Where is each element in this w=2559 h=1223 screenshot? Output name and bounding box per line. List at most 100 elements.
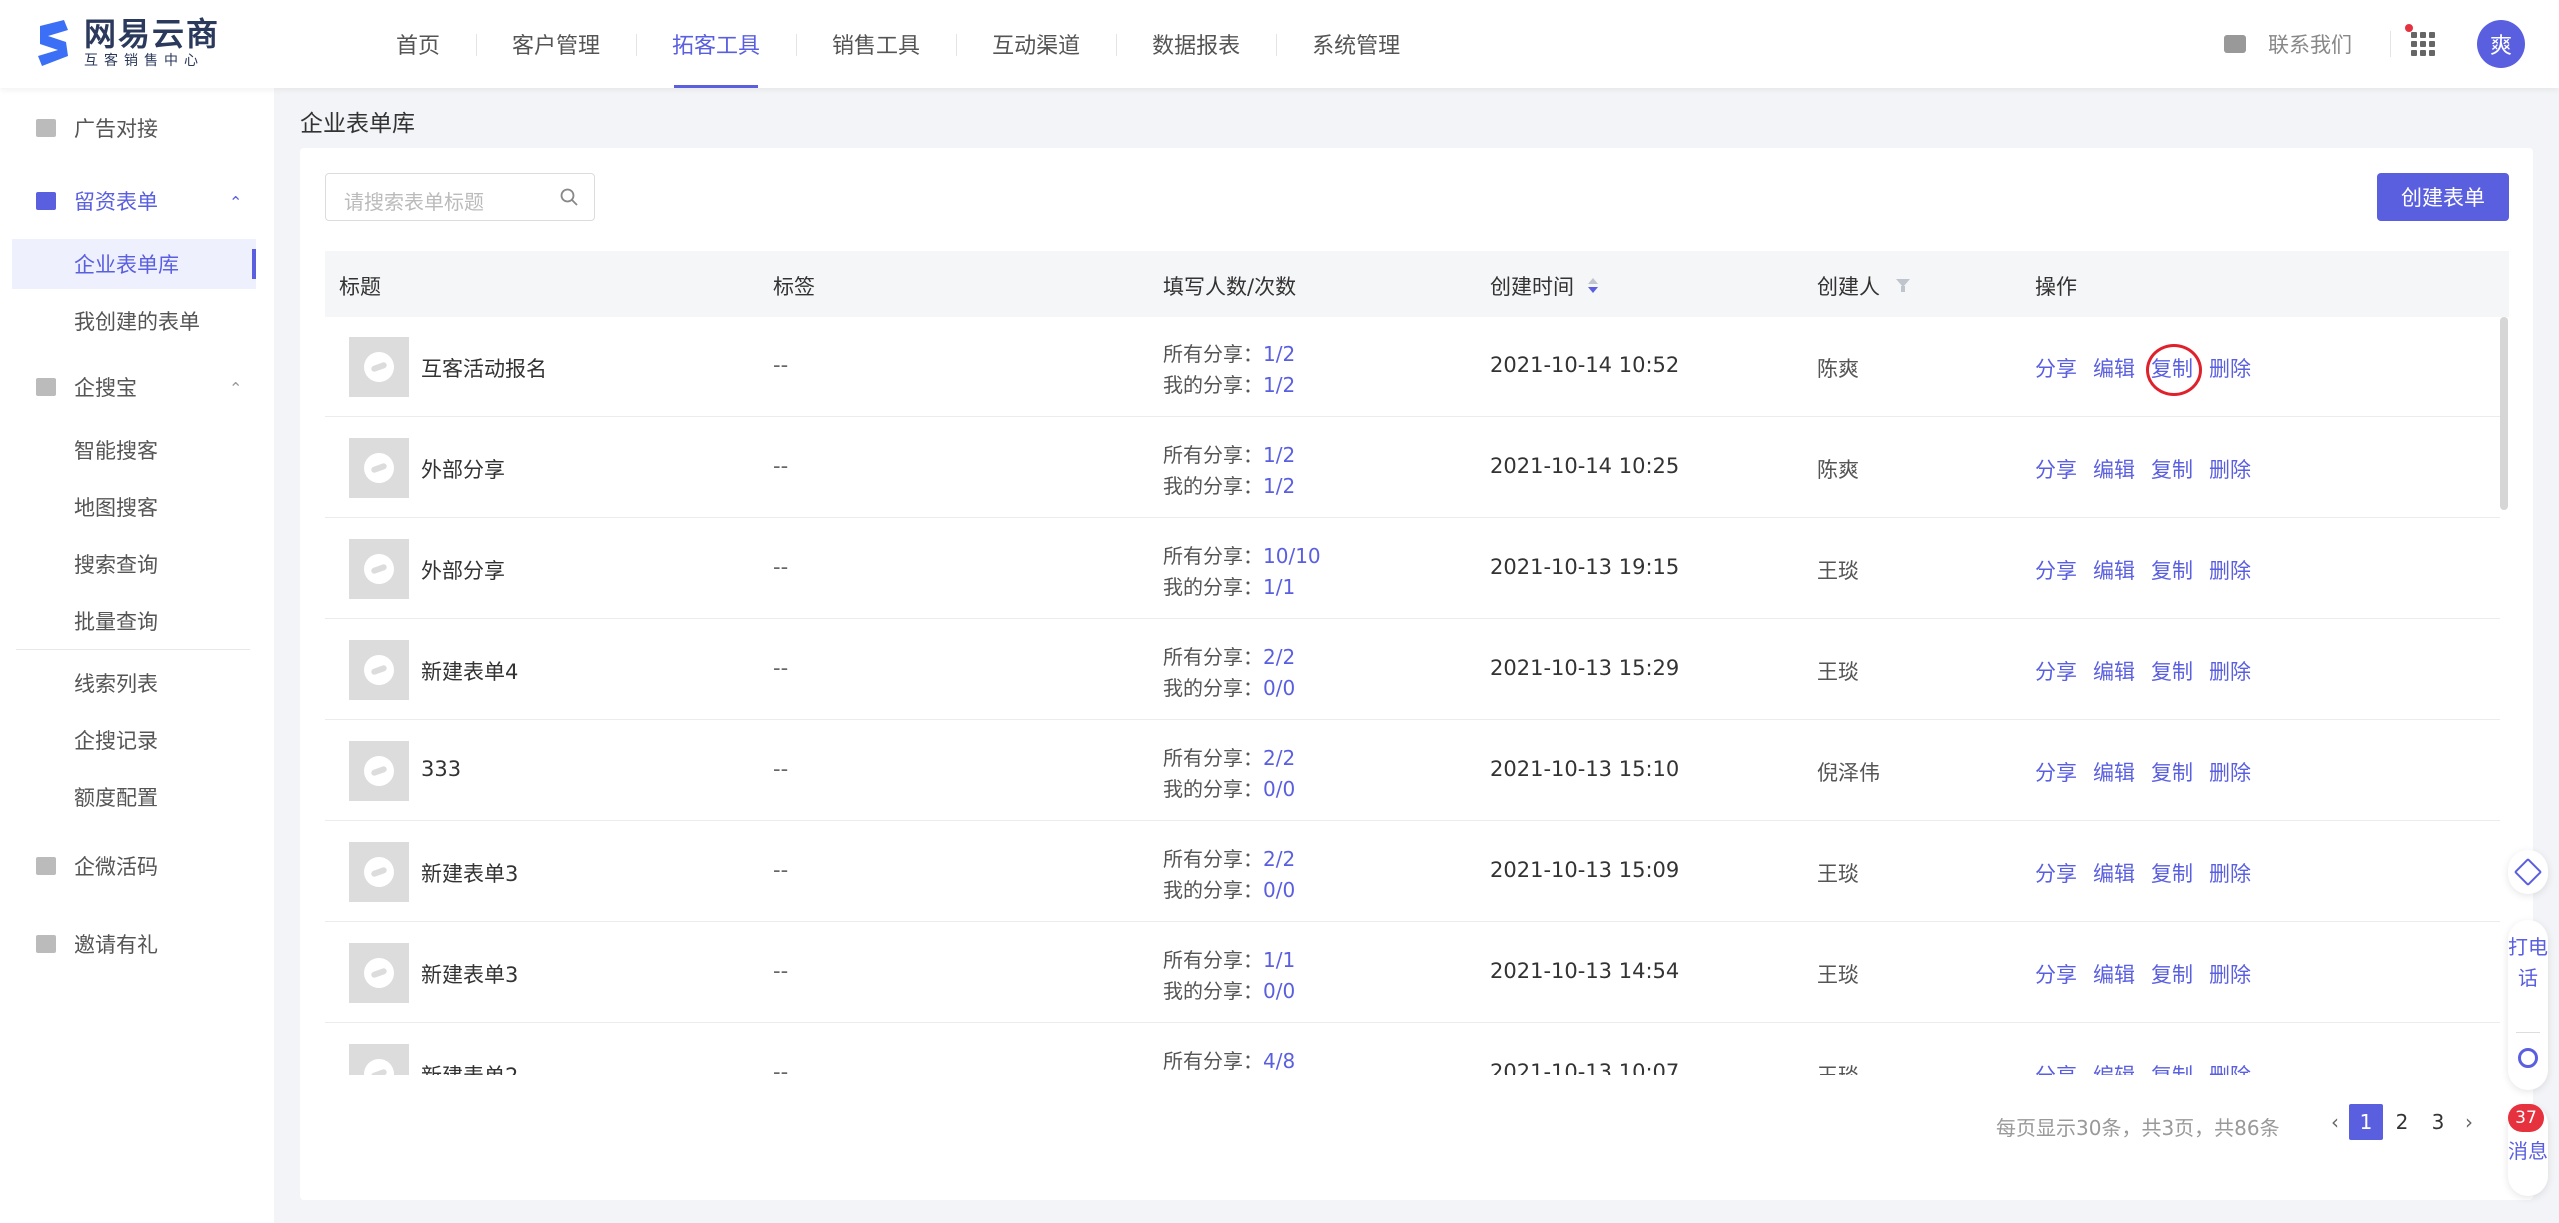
share-button[interactable]: 分享 [2035,656,2077,686]
pagination: ‹ 1 2 3 › [2322,1104,2482,1140]
sidebar-item-ad[interactable]: 广告对接 [0,103,260,153]
delete-button[interactable]: 删除 [2209,757,2251,787]
delete-button[interactable]: 删除 [2209,353,2251,383]
brand-logo[interactable]: 网易云商 互客销售中心 [34,16,220,70]
user-avatar[interactable]: 爽 [2477,20,2525,68]
delete-button[interactable]: 删除 [2209,454,2251,484]
delete-button[interactable]: 删除 [2209,656,2251,686]
all-share-value[interactable]: 1/1 [1263,948,1295,972]
create-form-button[interactable]: 创建表单 [2377,173,2509,221]
form-title[interactable]: 外部分享 [421,555,505,585]
gear-icon[interactable] [2518,1048,2538,1068]
form-title[interactable]: 新建表单3 [421,858,518,888]
form-tag: -- [773,353,789,377]
form-title[interactable]: 新建表单3 [421,959,518,989]
filter-icon[interactable] [1896,279,1910,293]
copy-button[interactable]: 复制 [2151,959,2193,989]
copy-button[interactable]: 复制 [2146,344,2202,396]
nav-item[interactable]: 数据报表 [1116,0,1276,88]
share-button[interactable]: 分享 [2035,757,2077,787]
my-share-value[interactable]: 0/0 [1263,979,1295,1003]
sidebar-item-enterprise-forms[interactable]: 企业表单库 [12,239,256,289]
next-page-icon[interactable]: › [2456,1104,2482,1140]
copy-button[interactable]: 复制 [2151,454,2193,484]
delete-button[interactable]: 删除 [2209,959,2251,989]
nav-item[interactable]: 首页 [360,0,476,88]
my-share-value[interactable]: 0/0 [1263,777,1295,801]
copy-button[interactable]: 复制 [2151,555,2193,585]
col-time[interactable]: 创建时间 [1490,271,1598,301]
float-cube-button[interactable] [2508,850,2548,894]
apps-grid-icon[interactable] [2405,24,2435,56]
fill-stats: 所有分享：2/2 我的分享：0/0 [1163,642,1295,704]
table-body[interactable]: 互客活动报名 -- 所有分享：1/2 我的分享：1/2 2021-10-14 10:52… [325,317,2509,1075]
sidebar-item-invite[interactable]: 邀请有礼 [0,919,260,969]
edit-button[interactable]: 编辑 [2093,858,2135,888]
sort-icon[interactable] [1588,278,1598,294]
all-share-value[interactable]: 2/2 [1263,645,1295,669]
created-time: 2021-10-13 14:54 [1490,959,1680,983]
sidebar-item-wechat-code[interactable]: 企微活码 [0,841,260,891]
sidebar-item-quota-config[interactable]: 额度配置 [12,772,256,822]
nav-item[interactable]: 拓客工具 [636,0,796,88]
copy-button[interactable]: 复制 [2151,1060,2193,1075]
sidebar-item-batch-query[interactable]: 批量查询 [12,596,256,646]
form-title[interactable]: 互客活动报名 [421,353,547,383]
nav-item[interactable]: 互动渠道 [956,0,1116,88]
edit-button[interactable]: 编辑 [2093,656,2135,686]
sidebar-item-qisou[interactable]: 企搜宝 ⌄ [0,362,260,412]
edit-button[interactable]: 编辑 [2093,757,2135,787]
my-share-value[interactable]: 1/2 [1263,373,1295,397]
search-input[interactable]: 请搜索表单标题 [325,173,595,221]
all-share-value[interactable]: 4/8 [1263,1049,1295,1073]
edit-button[interactable]: 编辑 [2093,555,2135,585]
vertical-scrollbar[interactable] [2500,317,2508,510]
my-share-value[interactable]: 1/2 [1263,474,1295,498]
edit-button[interactable]: 编辑 [2093,959,2135,989]
share-button[interactable]: 分享 [2035,555,2077,585]
delete-button[interactable]: 删除 [2209,555,2251,585]
page-number[interactable]: 3 [2421,1104,2455,1140]
prev-page-icon[interactable]: ‹ [2322,1104,2348,1140]
copy-button[interactable]: 复制 [2151,858,2193,888]
form-title[interactable]: 333 [421,757,461,781]
page-number[interactable]: 2 [2385,1104,2419,1140]
share-button[interactable]: 分享 [2035,959,2077,989]
all-share-value[interactable]: 10/10 [1263,544,1321,568]
sidebar-item-smart-search[interactable]: 智能搜客 [12,425,256,475]
all-share-value[interactable]: 2/2 [1263,847,1295,871]
sidebar-item-search-query[interactable]: 搜索查询 [12,539,256,589]
delete-button[interactable]: 删除 [2209,1060,2251,1075]
copy-button[interactable]: 复制 [2151,656,2193,686]
all-share-value[interactable]: 1/2 [1263,342,1295,366]
sidebar-item-forms[interactable]: 留资表单 ⌄ [0,176,260,226]
sidebar-item-lead-list[interactable]: 线索列表 [12,658,256,708]
share-button[interactable]: 分享 [2035,454,2077,484]
contact-us-link[interactable]: 联系我们 [2224,29,2352,59]
form-title[interactable]: 新建表单2 [421,1060,518,1075]
my-share-value[interactable]: 0/0 [1263,676,1295,700]
copy-button[interactable]: 复制 [2151,757,2193,787]
all-share-value[interactable]: 2/2 [1263,746,1295,770]
nav-item[interactable]: 销售工具 [796,0,956,88]
my-share-value[interactable]: 1/1 [1263,575,1295,599]
delete-button[interactable]: 删除 [2209,858,2251,888]
edit-button[interactable]: 编辑 [2093,1060,2135,1075]
nav-item[interactable]: 系统管理 [1276,0,1436,88]
sidebar-item-search-records[interactable]: 企搜记录 [12,715,256,765]
sidebar-item-map-search[interactable]: 地图搜客 [12,482,256,532]
share-button[interactable]: 分享 [2035,353,2077,383]
float-call-widget[interactable]: 打电话 [2508,920,2548,1090]
search-icon[interactable] [560,188,578,206]
page-number[interactable]: 1 [2349,1104,2383,1140]
all-share-value[interactable]: 1/2 [1263,443,1295,467]
my-share-value[interactable]: 0/0 [1263,878,1295,902]
form-title[interactable]: 新建表单4 [421,656,518,686]
edit-button[interactable]: 编辑 [2093,353,2135,383]
edit-button[interactable]: 编辑 [2093,454,2135,484]
form-title[interactable]: 外部分享 [421,454,505,484]
sidebar-item-my-forms[interactable]: 我创建的表单 [12,296,256,346]
nav-item[interactable]: 客户管理 [476,0,636,88]
share-button[interactable]: 分享 [2035,858,2077,888]
share-button[interactable]: 分享 [2035,1060,2077,1075]
